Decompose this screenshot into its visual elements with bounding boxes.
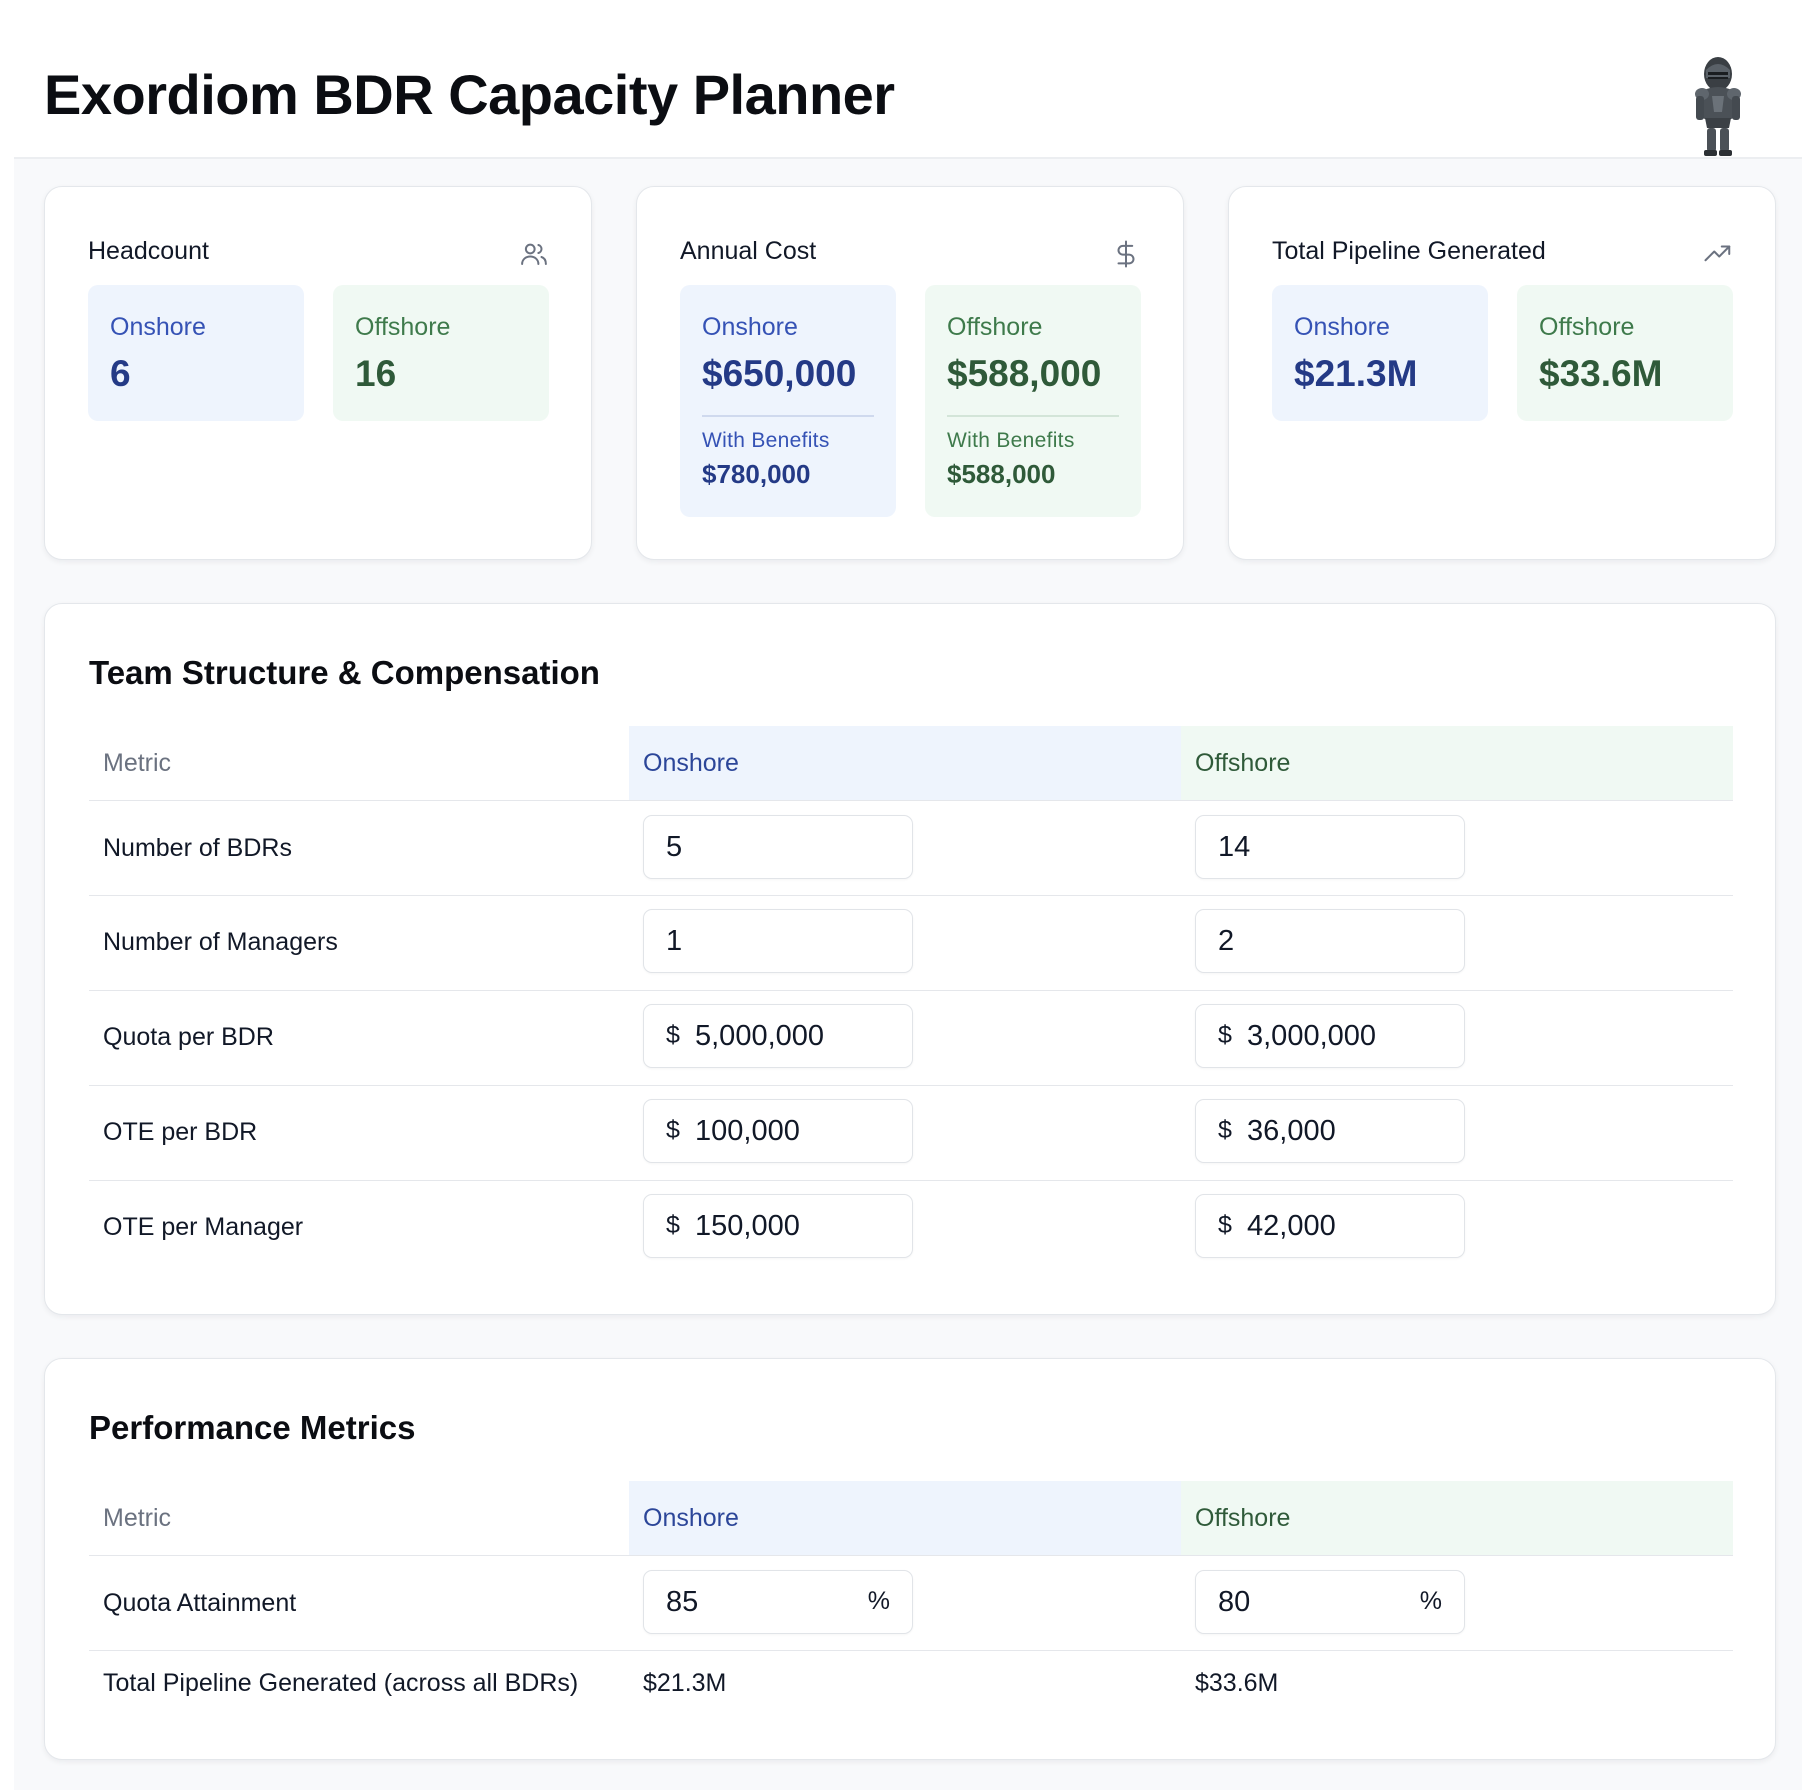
ote-bdr-onshore-input[interactable]: $ 100,000 <box>643 1099 913 1163</box>
headcount-offshore-value: 16 <box>355 353 397 394</box>
table-row: OTE per Manager $ 150,000 $ 42,000 <box>89 1180 1733 1266</box>
percent-suffix: % <box>1419 1587 1442 1615</box>
annual-cost-card: Annual Cost Onshore $650,000 With Benefi… <box>636 186 1184 560</box>
table-row: Number of Managers 1 2 <box>89 895 1733 990</box>
cost-onshore-value: $650,000 <box>702 353 857 394</box>
users-icon <box>521 243 547 265</box>
pipeline-onshore-total: $21.3M <box>643 1669 727 1697</box>
input-value: 1 <box>666 925 683 957</box>
tile-label: Offshore <box>1539 313 1635 341</box>
input-value: 14 <box>1218 831 1251 863</box>
input-value: 42,000 <box>1247 1210 1336 1242</box>
with-benefits-label: With Benefits <box>947 429 1075 452</box>
row-label: Number of Managers <box>103 928 338 956</box>
ote-manager-onshore-input[interactable]: $ 150,000 <box>643 1194 913 1258</box>
row-label: OTE per BDR <box>103 1118 258 1146</box>
column-header-onshore: Onshore <box>629 1481 1181 1555</box>
input-value: 36,000 <box>1247 1115 1336 1147</box>
pipeline-offshore-total: $33.6M <box>1195 1669 1279 1697</box>
cost-onshore-benefits-value: $780,000 <box>702 459 811 489</box>
table-row: Total Pipeline Generated (across all BDR… <box>89 1650 1733 1721</box>
table-row: Quota Attainment 85 % 80 % <box>89 1555 1733 1650</box>
cost-offshore-value: $588,000 <box>947 353 1102 394</box>
row-label: Total Pipeline Generated (across all BDR… <box>103 1669 579 1697</box>
table-header: Metric Onshore Offshore <box>89 726 1733 800</box>
trending-up-icon <box>1704 245 1731 262</box>
input-value: 85 <box>666 1586 699 1618</box>
input-value: 3,000,000 <box>1247 1020 1377 1052</box>
input-value: 100,000 <box>695 1115 800 1147</box>
quota-attainment-onshore-input[interactable]: 85 % <box>643 1570 913 1634</box>
currency-prefix: $ <box>666 1211 680 1239</box>
column-header-offshore: Offshore <box>1181 1481 1733 1555</box>
app-header: Exordiom BDR Capacity Planner <box>0 0 1802 158</box>
currency-prefix: $ <box>666 1116 680 1144</box>
tile-label: Onshore <box>1294 313 1390 341</box>
ote-bdr-offshore-input[interactable]: $ 36,000 <box>1195 1099 1465 1163</box>
column-header-onshore: Onshore <box>629 726 1181 800</box>
input-value: 5,000,000 <box>695 1020 825 1052</box>
row-label: Quota Attainment <box>103 1589 297 1617</box>
table-row: Number of BDRs 5 14 <box>89 800 1733 895</box>
currency-prefix: $ <box>666 1021 680 1049</box>
headcount-onshore-tile: Onshore 6 <box>88 285 304 421</box>
pipeline-onshore-tile: Onshore $21.3M <box>1272 285 1488 421</box>
managers-offshore-input[interactable]: 2 <box>1195 909 1465 973</box>
headcount-offshore-tile: Offshore 16 <box>333 285 549 421</box>
with-benefits-label: With Benefits <box>702 429 830 452</box>
tile-label: Offshore <box>355 313 451 341</box>
managers-onshore-input[interactable]: 1 <box>643 909 913 973</box>
headcount-card: Headcount Onshore 6 Offshore 16 <box>44 186 592 560</box>
cost-offshore-tile: Offshore $588,000 With Benefits $588,000 <box>925 285 1141 517</box>
pipeline-title: Total Pipeline Generated <box>1272 237 1546 265</box>
pipeline-offshore-tile: Offshore $33.6M <box>1517 285 1733 421</box>
bdrs-onshore-input[interactable]: 5 <box>643 815 913 879</box>
page-title: Exordiom BDR Capacity Planner <box>44 63 895 126</box>
pipeline-onshore-value: $21.3M <box>1294 353 1418 394</box>
ote-manager-offshore-input[interactable]: $ 42,000 <box>1195 1194 1465 1258</box>
quota-onshore-input[interactable]: $ 5,000,000 <box>643 1004 913 1068</box>
bdrs-offshore-input[interactable]: 14 <box>1195 815 1465 879</box>
performance-title: Performance Metrics <box>89 1409 416 1446</box>
cost-onshore-tile: Onshore $650,000 With Benefits $780,000 <box>680 285 896 517</box>
table-row: OTE per BDR $ 100,000 $ 36,000 <box>89 1085 1733 1180</box>
annual-cost-title: Annual Cost <box>680 237 817 265</box>
row-label: Number of BDRs <box>103 834 292 862</box>
currency-prefix: $ <box>1218 1116 1232 1144</box>
tile-divider <box>947 415 1119 417</box>
currency-prefix: $ <box>1218 1211 1232 1239</box>
input-value: 5 <box>666 831 683 863</box>
quota-offshore-input[interactable]: $ 3,000,000 <box>1195 1004 1465 1068</box>
input-value: 150,000 <box>695 1210 800 1242</box>
knight-avatar-icon[interactable] <box>1690 56 1746 158</box>
row-label: OTE per Manager <box>103 1213 304 1241</box>
quota-attainment-offshore-input[interactable]: 80 % <box>1195 1570 1465 1634</box>
performance-section: Performance Metrics Metric Onshore Offsh… <box>44 1358 1776 1760</box>
percent-suffix: % <box>867 1587 890 1615</box>
cost-offshore-benefits-value: $588,000 <box>947 459 1056 489</box>
tile-label: Onshore <box>702 313 798 341</box>
table-row: Quota per BDR $ 5,000,000 $ 3,000,000 <box>89 990 1733 1085</box>
tile-label: Onshore <box>110 313 206 341</box>
team-structure-section: Team Structure & Compensation Metric Ons… <box>44 603 1776 1315</box>
dollar-icon <box>1117 240 1135 268</box>
performance-table: Metric Onshore Offshore Quota Attainment… <box>89 1481 1733 1721</box>
currency-prefix: $ <box>1218 1021 1232 1049</box>
column-header-metric: Metric <box>103 1504 172 1532</box>
pipeline-card: Total Pipeline Generated Onshore $21.3M … <box>1228 186 1776 560</box>
input-value: 80 <box>1218 1586 1251 1618</box>
column-header-metric: Metric <box>103 749 172 777</box>
table-header: Metric Onshore Offshore <box>89 1481 1733 1555</box>
input-value: 2 <box>1218 925 1235 957</box>
team-structure-table: Metric Onshore Offshore Number of BDRs 5… <box>89 726 1733 1266</box>
team-structure-title: Team Structure & Compensation <box>89 654 600 691</box>
headcount-onshore-value: 6 <box>110 353 131 394</box>
column-header-offshore: Offshore <box>1181 726 1733 800</box>
tile-divider <box>702 415 874 417</box>
row-label: Quota per BDR <box>103 1023 274 1051</box>
tile-label: Offshore <box>947 313 1043 341</box>
headcount-title: Headcount <box>88 237 209 265</box>
pipeline-offshore-value: $33.6M <box>1539 353 1663 394</box>
